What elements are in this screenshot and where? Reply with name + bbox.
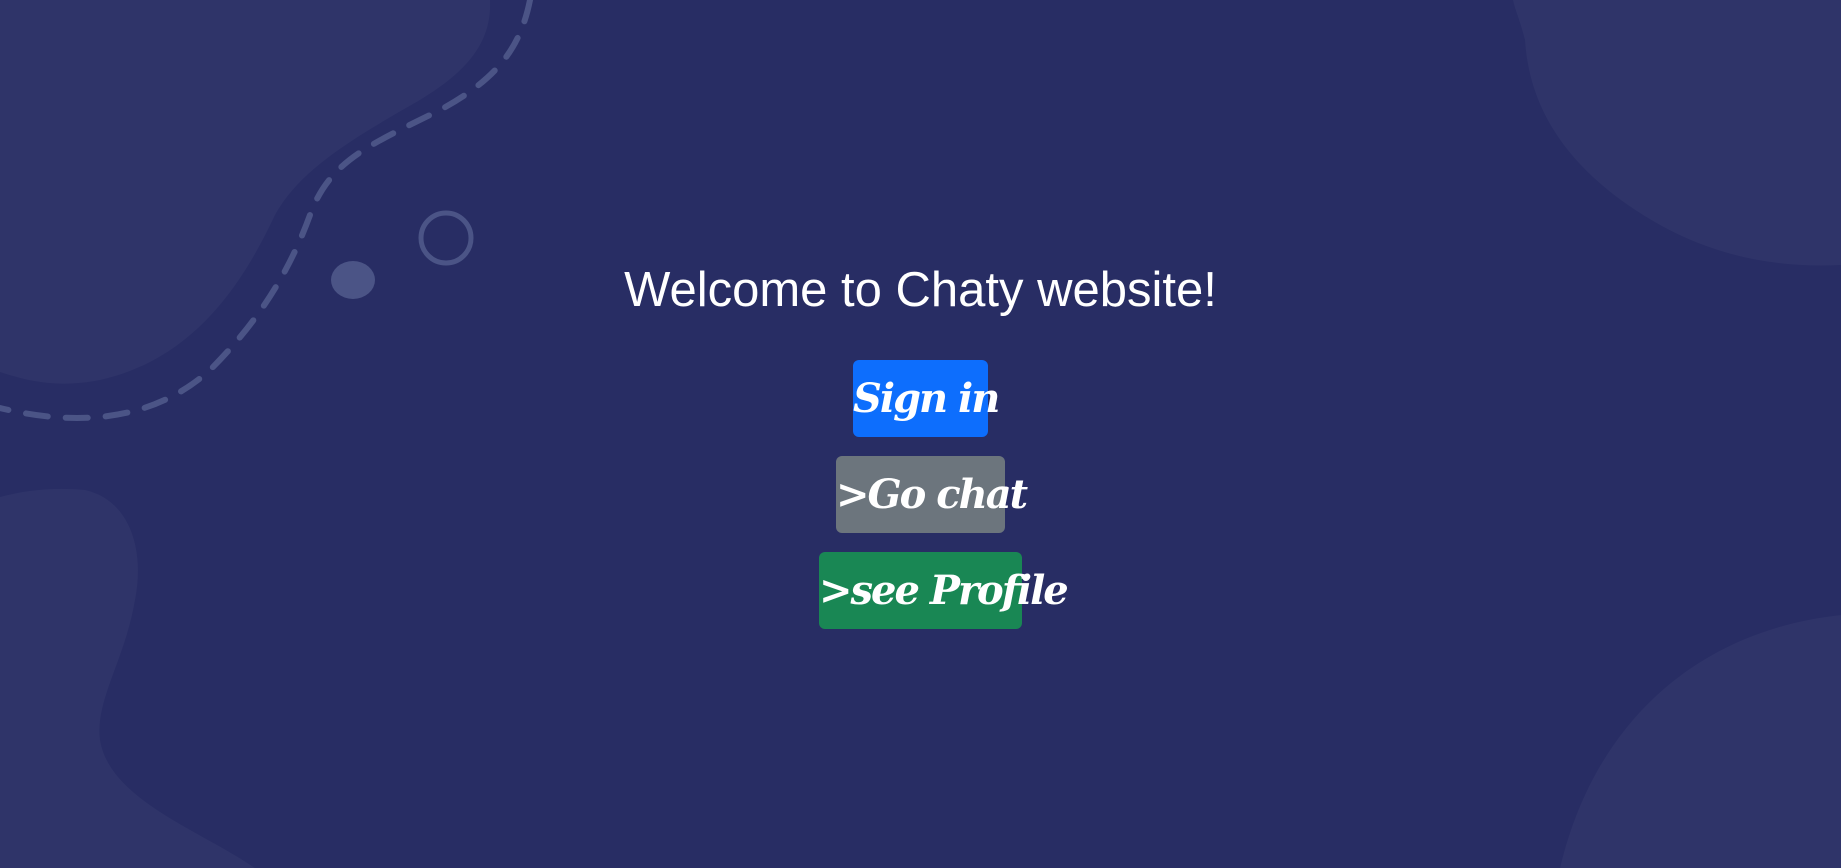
page-title: Welcome to Chaty website! xyxy=(624,263,1217,317)
go-chat-button[interactable]: >Go chat xyxy=(836,456,1028,533)
welcome-panel: Welcome to Chaty website! Sign in >Go ch… xyxy=(0,0,1841,868)
see-profile-button[interactable]: >see Profile xyxy=(819,552,1069,629)
sign-in-button[interactable]: Sign in xyxy=(853,360,1000,437)
